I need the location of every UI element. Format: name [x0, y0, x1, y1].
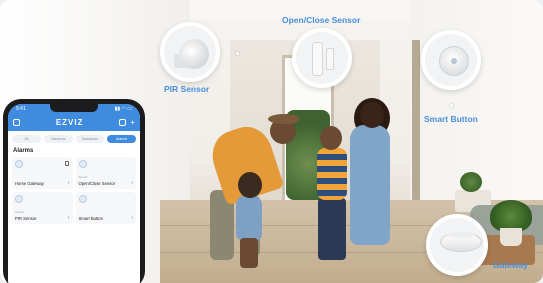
- plus-icon[interactable]: +: [130, 118, 135, 126]
- pir-sensor-bubble: [160, 22, 220, 82]
- smart-button-label: Smart Button: [424, 114, 478, 124]
- button-dot-icon: [451, 58, 457, 64]
- girl-head: [238, 172, 262, 198]
- gateway-top-icon: [447, 232, 475, 238]
- smart-button-bubble: [421, 30, 481, 90]
- phone-mockup: 9:41 ▮▮ ◠ ▭ EZVIZ + All Cameras Standard…: [3, 99, 145, 283]
- phone-screen: 9:41 ▮▮ ◠ ▭ EZVIZ + All Cameras Standard…: [8, 104, 140, 283]
- boy: [317, 148, 347, 200]
- status-icons: ▮▮ ◠ ▭: [114, 105, 132, 112]
- open-close-sensor-label: Open/Close Sensor: [282, 15, 361, 25]
- card-name: Smart Button: [78, 216, 103, 221]
- gateway-icon: [15, 160, 23, 168]
- app-header: EZVIZ +: [8, 113, 140, 131]
- device-grid: Home Gateway › Armed Open/Close Sensor ›…: [8, 157, 140, 224]
- chevron-right-icon: ›: [67, 215, 70, 221]
- mother-head: [360, 102, 384, 128]
- tab-alarms[interactable]: Alarms: [107, 135, 136, 143]
- shelf-plant: [460, 172, 482, 192]
- gateway-bubble: [426, 214, 488, 276]
- pir-sensor-marker: [236, 52, 239, 55]
- chevron-right-icon: ›: [131, 215, 133, 221]
- mother: [350, 125, 390, 245]
- smart-button-marker: [450, 104, 453, 107]
- boy-head: [320, 126, 342, 150]
- card-status-text: Armed: [78, 175, 88, 179]
- marketing-scene: PIR Sensor Open/Close Sensor Smart Butto…: [0, 0, 543, 283]
- card-name: PIR Sensor: [15, 216, 37, 221]
- girl: [236, 195, 262, 240]
- father-hat: [268, 114, 300, 124]
- message-icon[interactable]: [119, 118, 127, 126]
- tab-cameras[interactable]: Cameras: [43, 135, 73, 143]
- device-card-home-gateway[interactable]: Home Gateway ›: [12, 157, 73, 189]
- device-card-smart-button[interactable]: Smart Button ›: [75, 192, 136, 224]
- status-time: 9:41: [16, 105, 26, 112]
- chevron-right-icon: ›: [131, 180, 133, 186]
- card-status-text: Armed: [15, 210, 24, 214]
- open-close-sensor-bubble: [292, 28, 352, 88]
- card-name: Open/Close Sensor: [78, 181, 116, 186]
- boy-legs: [318, 198, 346, 260]
- tab-all[interactable]: All: [12, 135, 41, 143]
- open-close-sensor-icon: [78, 160, 87, 168]
- smart-button-icon: [78, 195, 87, 203]
- chevron-right-icon: ›: [67, 180, 70, 186]
- bell-icon: [64, 161, 69, 166]
- gateway-label: Gateway: [493, 260, 528, 270]
- open-close-sensor-icon: [312, 42, 323, 76]
- menu-icon[interactable]: [13, 118, 20, 126]
- pir-sensor-icon: [15, 195, 23, 203]
- sensor-magnet-icon: [326, 48, 334, 70]
- pir-sensor-label: PIR Sensor: [164, 84, 210, 94]
- category-tabs: All Cameras Standards Alarms: [8, 131, 140, 146]
- plant-pot: [500, 228, 522, 246]
- tab-standards[interactable]: Standards: [75, 135, 105, 143]
- section-title: Alarms: [13, 148, 34, 154]
- card-name: Home Gateway: [15, 181, 44, 186]
- app-logo: EZVIZ: [55, 117, 84, 127]
- device-card-pir-sensor[interactable]: Armed PIR Sensor ›: [12, 192, 73, 224]
- phone-notch: [50, 104, 98, 112]
- pir-sensor-icon: [179, 39, 209, 69]
- girl-legs: [240, 238, 258, 268]
- device-card-open-close-sensor[interactable]: Armed Open/Close Sensor ›: [75, 157, 136, 189]
